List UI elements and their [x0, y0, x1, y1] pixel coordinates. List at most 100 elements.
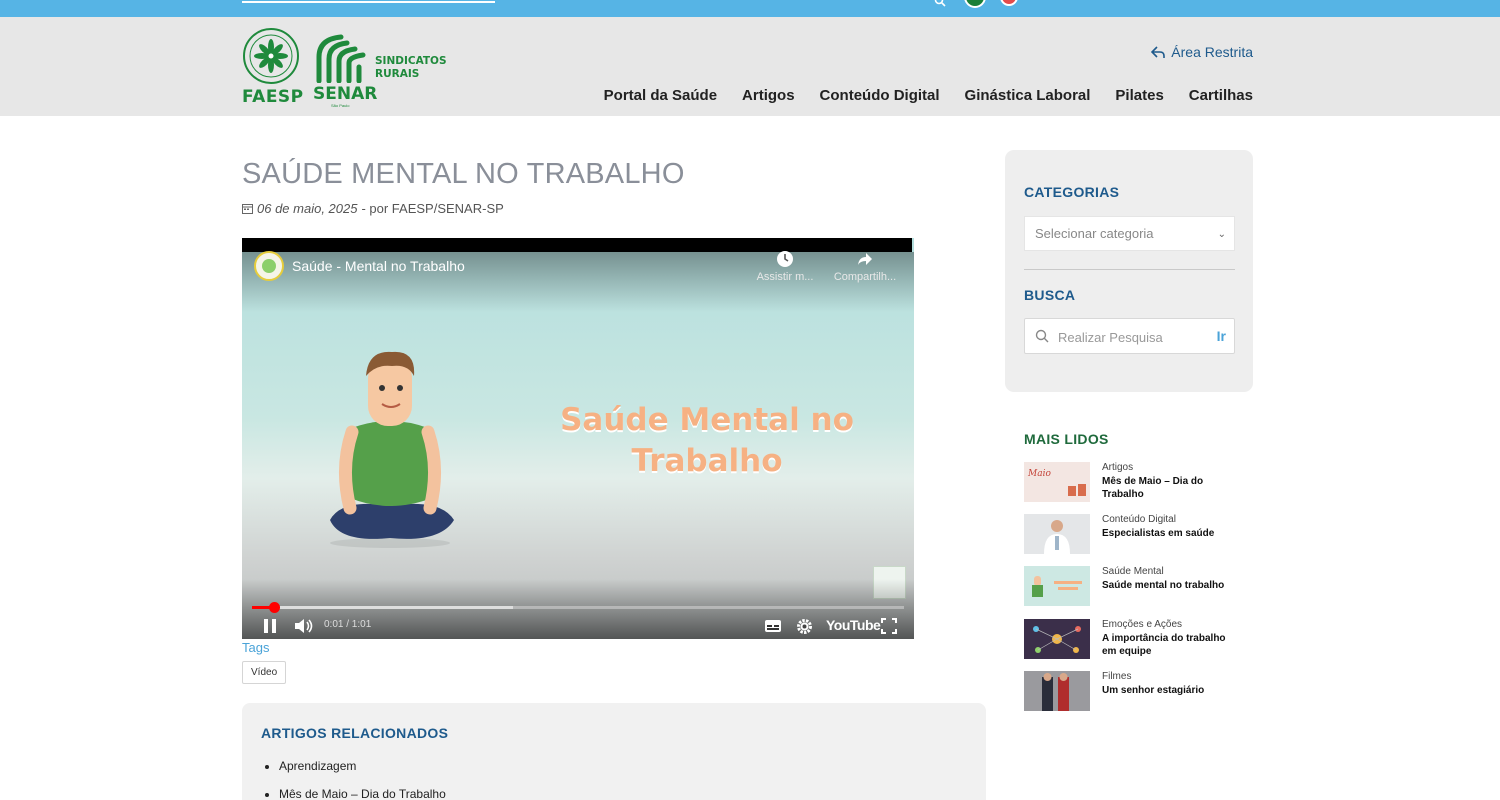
fullscreen-icon [881, 618, 897, 634]
sindicatos-rurais-logo[interactable]: SINDICATOS RURAIS [375, 55, 447, 81]
related-list: Aprendizagem Mês de Maio – Dia do Trabal… [279, 759, 446, 800]
category-select-value: Selecionar categoria [1035, 226, 1154, 241]
search-icon [1035, 329, 1049, 343]
article-date: 06 de maio, 2025 [257, 201, 358, 216]
sindicatos-line: SINDICATOS [375, 55, 447, 67]
category-select[interactable]: Selecionar categoria ⌄ [1024, 216, 1235, 251]
chevron-down-icon: ⌄ [1217, 229, 1226, 240]
most-read-category: Saúde Mental [1102, 566, 1164, 577]
restricted-area-link[interactable]: Área Restrita [1151, 44, 1253, 60]
rurais-line: RURAIS [375, 68, 420, 80]
most-read-item[interactable]: Conteúdo Digital Especialistas em saúde [1024, 514, 1254, 554]
top-search-underline[interactable] [242, 0, 495, 3]
share-arrow-icon [858, 253, 872, 265]
most-read-title: A importância do trabalho em equipe [1102, 633, 1226, 657]
senar-mark-icon [316, 34, 366, 83]
gear-icon [796, 618, 812, 634]
clock-icon [777, 251, 793, 267]
usa-flag-icon[interactable] [1000, 0, 1018, 6]
related-articles: ARTIGOS RELACIONADOS Aprendizagem Mês de… [242, 703, 986, 800]
most-read-item[interactable]: Filmes Um senhor estagiário [1024, 671, 1254, 711]
meditating-character-illustration [330, 351, 454, 548]
nav-cartilhas[interactable]: Cartilhas [1189, 87, 1253, 104]
svg-text:Maio: Maio [1027, 469, 1051, 479]
video-overlay-text: Saúde Mental no Trabalho [542, 400, 872, 482]
most-read-item[interactable]: Emoções e Ações A importância do trabalh… [1024, 619, 1254, 659]
volume-button[interactable] [292, 616, 316, 636]
nav-artigos[interactable]: Artigos [742, 87, 795, 104]
pause-button[interactable] [260, 616, 280, 636]
nav-conteudo-digital[interactable]: Conteúdo Digital [820, 87, 940, 104]
nav-portal-da-saude[interactable]: Portal da Saúde [604, 87, 717, 104]
youtube-logo[interactable]: YouTube [826, 617, 881, 633]
video-controls: 0:01 / 1:01 YouTube [242, 614, 914, 638]
video-player[interactable]: Saúde - Mental no Trabalho Assistir m...… [242, 238, 914, 639]
most-read-title: Um senhor estagiário [1102, 685, 1205, 696]
calendar-icon [242, 204, 253, 214]
related-heading: ARTIGOS RELACIONADOS [261, 725, 449, 741]
senar-subtitle: São Paulo [331, 103, 350, 108]
channel-avatar[interactable] [254, 251, 284, 281]
brazil-flag-icon[interactable] [964, 0, 986, 8]
main-nav: Portal da Saúde Artigos Conteúdo Digital… [604, 87, 1253, 104]
settings-button[interactable] [793, 616, 815, 636]
thumbnail-image [1024, 671, 1090, 711]
senar-logo[interactable]: SENAR São Paulo [313, 31, 377, 111]
volume-icon [295, 619, 313, 633]
most-read-category: Emoções e Ações [1102, 619, 1183, 630]
page-title: SAÚDE MENTAL NO TRABALHO [242, 158, 685, 190]
most-read-item[interactable]: Saúde Mental Saúde mental no trabalho [1024, 566, 1254, 606]
video-progress-bar[interactable] [252, 602, 904, 613]
faesp-wordmark: FAESP [242, 87, 304, 107]
sidebar-widgets: CATEGORIAS Selecionar categoria ⌄ BUSCA … [1005, 150, 1253, 392]
thumbnail-image [1024, 566, 1090, 606]
share-button[interactable]: Compartilh... [830, 250, 900, 283]
progress-loaded [252, 606, 513, 609]
categories-heading: CATEGORIAS [1024, 184, 1120, 200]
search-submit-button[interactable]: Ir [1217, 328, 1226, 344]
thumbnail-image [1024, 514, 1090, 554]
faesp-seal-icon [243, 28, 299, 84]
reply-arrow-icon [1151, 46, 1166, 58]
most-read-category: Artigos [1102, 462, 1134, 473]
article-meta: 06 de maio, 2025 - por FAESP/SENAR-SP [242, 201, 504, 216]
top-bar [0, 0, 1500, 17]
overlay-line-2: Trabalho [631, 443, 783, 479]
search-input[interactable] [1058, 327, 1208, 347]
video-time: 0:01 / 1:01 [324, 619, 372, 630]
restricted-area-label: Área Restrita [1171, 44, 1253, 60]
nav-ginastica-laboral[interactable]: Ginástica Laboral [965, 87, 1091, 104]
most-read-category: Filmes [1102, 671, 1132, 682]
tags-label: Tags [242, 640, 270, 655]
share-label: Compartilh... [833, 271, 897, 283]
senar-wordmark: SENAR [313, 84, 378, 104]
search-heading: BUSCA [1024, 287, 1076, 303]
watch-later-button[interactable]: Assistir m... [750, 250, 820, 283]
related-item[interactable]: Mês de Maio – Dia do Trabalho [279, 787, 446, 800]
watch-later-label: Assistir m... [756, 271, 814, 283]
most-read-category: Conteúdo Digital [1102, 514, 1176, 525]
search-icon[interactable] [934, 0, 946, 7]
related-item[interactable]: Aprendizagem [279, 759, 446, 773]
most-read-heading: MAIS LIDOS [1024, 431, 1109, 447]
nav-pilates[interactable]: Pilates [1115, 87, 1163, 104]
pause-icon [264, 619, 276, 633]
overlay-line-1: Saúde Mental no [560, 402, 854, 438]
thumbnail-image: Maio [1024, 462, 1090, 502]
video-title[interactable]: Saúde - Mental no Trabalho [292, 258, 465, 274]
sidebar-search: Ir [1024, 318, 1235, 354]
most-read-title: Saúde mental no trabalho [1102, 580, 1225, 591]
tag-video[interactable]: Vídeo [242, 661, 287, 684]
article-author: - por FAESP/SENAR-SP [361, 201, 504, 216]
subtitles-icon [765, 620, 781, 632]
progress-scrubber[interactable] [268, 602, 280, 613]
faesp-logo[interactable]: FAESP [242, 27, 303, 107]
site-header: FAESP SENAR São Paulo SINDICATOS RURAIS … [0, 17, 1500, 116]
most-read-title: Especialistas em saúde [1102, 528, 1215, 539]
subtitles-button[interactable] [762, 616, 784, 636]
fullscreen-button[interactable] [878, 616, 900, 636]
most-read-title: Mês de Maio – Dia do Trabalho [1102, 476, 1204, 500]
sidebar-divider [1024, 269, 1235, 270]
thumbnail-image [1024, 619, 1090, 659]
most-read-item[interactable]: Maio Artigos Mês de Maio – Dia do Trabal… [1024, 462, 1254, 502]
